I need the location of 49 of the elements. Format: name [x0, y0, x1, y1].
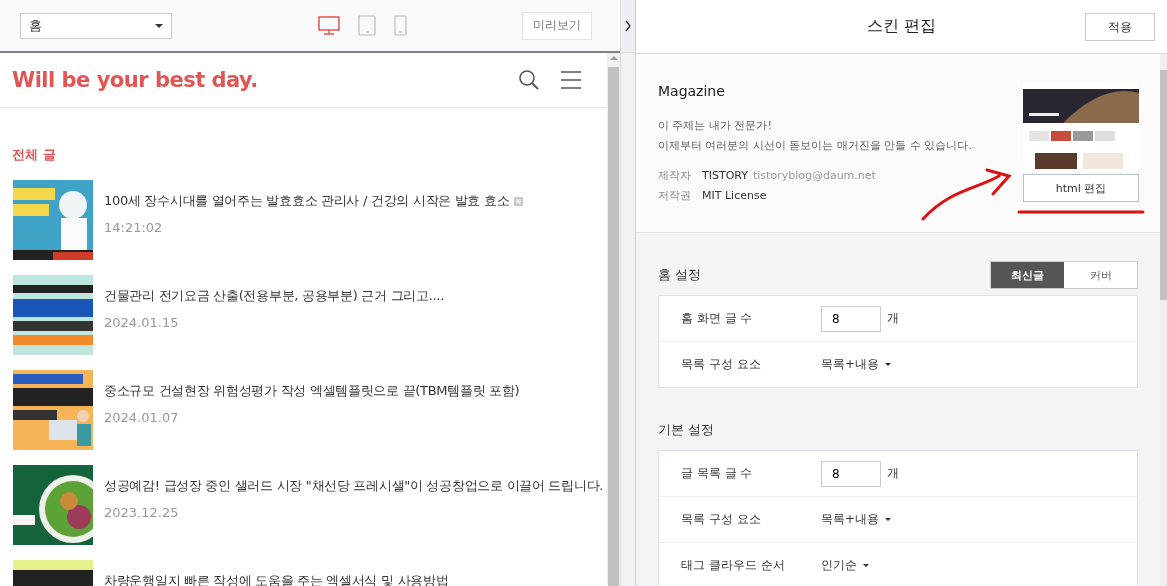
unit-label: 개: [887, 465, 899, 482]
skin-description: 이제부터 여러분의 시선이 돋보이는 매거진을 만들 수 있습니다.: [658, 138, 973, 154]
caret-icon: [863, 564, 869, 567]
caret-icon: [885, 363, 892, 366]
post-date: 2024.01.07: [104, 410, 180, 425]
dropdown[interactable]: 목록+내용: [821, 511, 880, 528]
dropdown[interactable]: 목록+내용: [821, 356, 880, 373]
meta-value: TISTORY: [702, 169, 748, 182]
setting-label: 홈 화면 글 수: [681, 310, 754, 327]
post-title[interactable]: 중소규모 건설현장 위험성평가 작성 엑셀템플릿으로 끝(TBM템플릿 포함): [104, 382, 520, 400]
scrollbar-thumb[interactable]: [1160, 70, 1167, 300]
toggle-tab[interactable]: 커버: [1064, 262, 1137, 288]
desktop-icon[interactable]: [317, 16, 340, 35]
caret-icon: [885, 518, 892, 521]
apply-button[interactable]: 적용: [1085, 13, 1155, 41]
panel-title: 스킨 편집: [866, 16, 937, 37]
unit-label: 개: [887, 310, 899, 327]
setting-label: 목록 구성 요소: [681, 511, 762, 528]
post-date: 2023.12.25: [104, 505, 180, 520]
section-title: 전체 글: [12, 146, 57, 164]
toggle-tab[interactable]: 최신글: [991, 262, 1064, 288]
meta-label: 제작자: [658, 168, 692, 184]
number-field[interactable]: 8: [821, 305, 881, 332]
page-select[interactable]: 홈: [20, 12, 172, 39]
meta-value: MIT License: [702, 189, 767, 202]
setting-label: 태그 클라우드 순서: [681, 557, 786, 574]
chevron-icon[interactable]: [624, 20, 632, 32]
section-title: 기본 설정: [658, 421, 715, 439]
post-date: 14:21:02: [104, 220, 164, 235]
setting-label: 목록 구성 요소: [681, 356, 762, 373]
author-email: tistoryblog@daum.net: [753, 169, 876, 182]
scrollbar-thumb[interactable]: [608, 67, 619, 586]
section-title: 홈 설정: [658, 266, 702, 284]
blog-title[interactable]: Will be your best day.: [12, 68, 519, 92]
setting-label: 글 목록 글 수: [681, 465, 754, 482]
menu-icon[interactable]: [561, 70, 581, 90]
search-icon[interactable]: [519, 70, 539, 90]
post-title[interactable]: 100세 장수시대를 열어주는 발효효소 관리사 / 건강의 시작은 발효 효소: [104, 192, 510, 210]
dropdown[interactable]: 인기순: [821, 557, 857, 574]
html-edit-button[interactable]: html 편집: [1023, 174, 1139, 202]
post-date: 2024.01.15: [104, 315, 180, 330]
post-title[interactable]: 성공예감! 급성장 중인 샐러드 시장 "채선당 프레시샐"이 성공창업으로 이끌어 드립니다.: [104, 477, 604, 495]
meta-label: 저작권: [658, 188, 692, 204]
caret-icon: [155, 23, 163, 28]
skin-description: 이 주제는 내가 전문가!: [658, 118, 773, 134]
preview-button[interactable]: 미리보기: [522, 11, 592, 40]
post-title[interactable]: 건물관리 전기요금 산출(전용부분, 공용부분) 근거 그리고....: [104, 287, 444, 305]
number-field[interactable]: 8: [821, 460, 881, 487]
skin-name: Magazine: [658, 83, 726, 99]
